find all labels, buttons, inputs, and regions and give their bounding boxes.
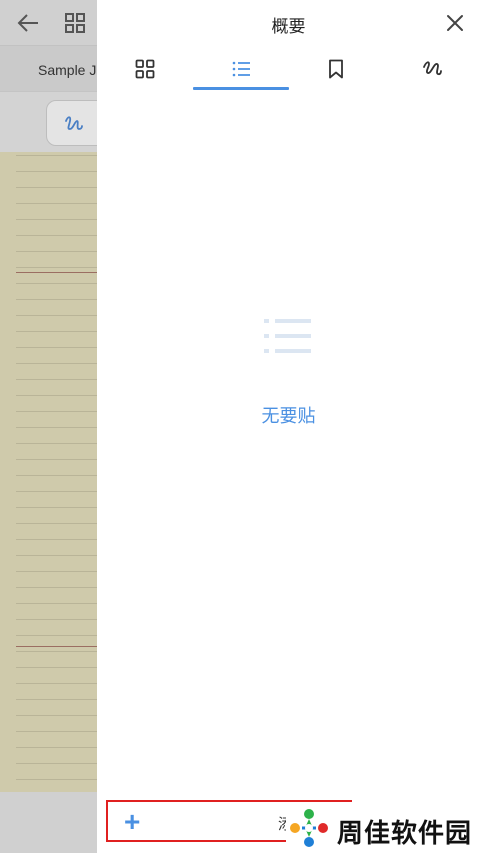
background-document-tab-bar: Sample J [0,45,97,91]
grid-icon[interactable] [64,12,86,34]
back-arrow-icon[interactable] [16,12,40,34]
pen-tool-button[interactable] [46,100,97,146]
tab-bookmarks[interactable] [289,46,385,92]
background-top-bar [0,0,97,45]
grid-icon [135,59,155,79]
empty-state-text: 无要贴 [261,406,316,426]
paper-red-line [16,272,97,273]
background-toolbar [0,91,97,152]
watermark-text: 周佳软件园 [337,818,473,848]
tab-thumbnails[interactable] [97,46,193,92]
empty-list-icon [264,319,311,353]
notebook-paper [0,152,97,792]
paper-red-line [16,646,97,647]
scribble-icon [423,61,443,76]
bookmark-icon [329,59,344,79]
close-icon[interactable] [444,12,466,34]
panel-tabs [97,46,480,92]
list-icon [232,61,250,77]
panel-title: 概要 [271,17,306,36]
pen-icon [65,116,83,130]
paper-margin [0,152,16,792]
watermark: 周佳软件园 [286,802,480,853]
background-app: Sample J [0,0,97,853]
overview-panel: 概要 无要贴 [97,0,480,853]
watermark-logo-icon [290,809,328,847]
document-tab-label[interactable]: Sample J [38,62,96,78]
tab-outline[interactable] [192,46,289,92]
background-bottom-bar [0,792,97,853]
plus-icon: + [124,806,141,837]
tab-annotations[interactable] [384,46,480,92]
